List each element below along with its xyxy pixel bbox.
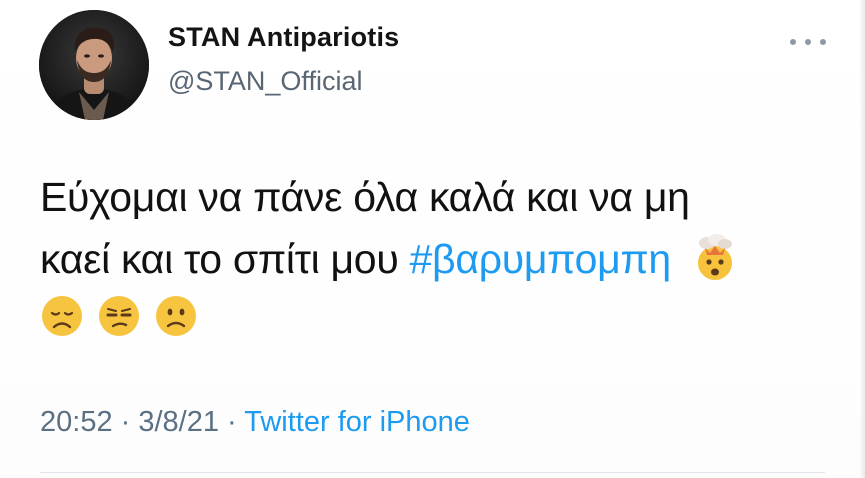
tweet-time: 20:52 [40, 406, 113, 438]
divider [40, 472, 825, 473]
slightly-frowning-face-emoji-icon [154, 294, 198, 338]
page-edge [859, 0, 865, 478]
emoji-row [40, 294, 830, 338]
hashtag-link[interactable]: #βαρυμπομπη [410, 236, 672, 282]
avatar[interactable] [39, 10, 149, 120]
tweet-line-2: καεί και το σπίτι μου #βαρυμπομπη [40, 228, 830, 290]
unamused-face-emoji-icon [97, 294, 141, 338]
disappointed-face-emoji-icon [40, 294, 84, 338]
tweet-line-2-text: καεί και το σπίτι μου [40, 236, 410, 282]
more-dot [805, 39, 811, 45]
tweet-card: STAN Antipariotis @STAN_Official Εύχομαι… [0, 0, 865, 478]
meta-separator: · [112, 406, 139, 438]
exploding-head-emoji-icon [690, 233, 740, 283]
more-dots-icon [790, 39, 796, 45]
user-handle[interactable]: @STAN_Official [168, 66, 362, 97]
tweet-date: 3/8/21 [138, 406, 219, 438]
tweet-line-1: Εύχομαι να πάνε όλα καλά και να μη [40, 174, 690, 220]
display-name[interactable]: STAN Antipariotis [168, 22, 399, 53]
meta-separator-2: · [219, 406, 245, 438]
tweet-text: Εύχομαι να πάνε όλα καλά και να μη καεί … [40, 166, 830, 338]
profile-photo-icon [39, 10, 149, 120]
tweet-meta: 20:52 · 3/8/21 · Twitter for iPhone [40, 406, 470, 439]
more-options-button[interactable] [790, 32, 826, 52]
client-link[interactable]: Twitter for iPhone [244, 406, 470, 438]
more-dot [820, 39, 826, 45]
